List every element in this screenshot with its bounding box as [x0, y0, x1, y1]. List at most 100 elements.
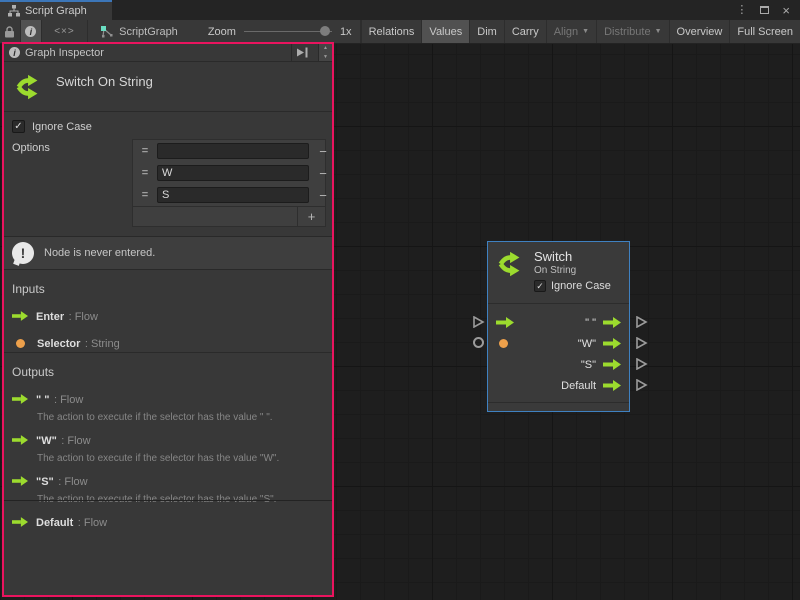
- output-port-description: The action to execute if the selector ha…: [37, 412, 324, 424]
- option-item: = −: [133, 140, 325, 162]
- inspector-form: ✓ Ignore Case Options = − =: [4, 112, 332, 236]
- carry-button[interactable]: Carry: [505, 20, 547, 43]
- flow-output-port[interactable]: [603, 338, 621, 349]
- zoom-control: Zoom 1x: [188, 20, 361, 43]
- flow-arrow-icon: [12, 394, 28, 404]
- external-flow-output-stub[interactable]: [635, 337, 648, 349]
- lock-icon: [4, 26, 15, 38]
- values-button[interactable]: Values: [422, 20, 470, 43]
- selector-input-port[interactable]: [499, 339, 508, 348]
- panel-spinner[interactable]: ▲ ▼: [318, 44, 332, 61]
- external-flow-output-stub[interactable]: [635, 358, 648, 370]
- fullscreen-button[interactable]: Full Screen: [730, 20, 800, 43]
- remove-option-button[interactable]: −: [309, 166, 337, 181]
- flow-arrow-icon: [12, 476, 28, 486]
- option-input[interactable]: [157, 165, 309, 181]
- inspector-header: i Graph Inspector ▲ ▼: [4, 44, 332, 62]
- info-icon: i: [25, 26, 36, 37]
- node-ignore-case-label: Ignore Case: [551, 280, 611, 292]
- graph-hierarchy-icon: [8, 5, 20, 17]
- output-port-description: The action to execute if the selector ha…: [37, 453, 324, 465]
- output-port-row: " " : Flow: [12, 390, 324, 408]
- option-item: = −: [133, 184, 325, 206]
- spinner-up-icon[interactable]: ▲: [319, 44, 332, 53]
- dock-panel-button[interactable]: [291, 44, 313, 61]
- node-output-label: "S": [581, 359, 596, 371]
- inspector-header-title: Graph Inspector: [25, 47, 286, 59]
- warning-text: Node is never entered.: [44, 247, 155, 259]
- add-option-button[interactable]: +: [297, 207, 325, 226]
- external-flow-input-stub[interactable]: [472, 316, 485, 328]
- node-subtitle: On String: [534, 264, 576, 277]
- zoom-slider-handle[interactable]: [320, 26, 330, 36]
- close-icon[interactable]: ×: [782, 4, 790, 17]
- relations-button[interactable]: Relations: [361, 20, 423, 43]
- script-graph-icon: [100, 25, 113, 38]
- maximize-icon[interactable]: [760, 6, 769, 14]
- node-port-row: Default: [496, 375, 621, 396]
- lock-button[interactable]: [0, 20, 21, 43]
- spinner-down-icon[interactable]: ▼: [319, 53, 332, 62]
- breadcrumb-label: ScriptGraph: [119, 26, 178, 38]
- graph-inspector-panel: i Graph Inspector ▲ ▼ Switch On String: [2, 42, 334, 597]
- flow-output-port[interactable]: [603, 359, 621, 370]
- inspector-empty-area: [4, 500, 332, 595]
- dim-button[interactable]: Dim: [470, 20, 505, 43]
- remove-option-button[interactable]: −: [309, 144, 337, 159]
- zoom-value: 1x: [340, 26, 352, 38]
- option-item: = −: [133, 162, 325, 184]
- node-output-label: " ": [585, 317, 596, 329]
- inputs-header: Inputs: [12, 282, 324, 296]
- ignore-case-checkbox[interactable]: ✓: [12, 120, 25, 133]
- node-port-row: "S": [496, 354, 621, 375]
- switch-icon: [14, 72, 44, 102]
- ignore-case-row: ✓ Ignore Case: [12, 120, 324, 133]
- code-view-button[interactable]: <×>: [42, 20, 88, 43]
- distribute-button[interactable]: Distribute▼: [597, 20, 669, 43]
- script-graph-window: Script Graph ⋮ × i <×>: [0, 0, 800, 600]
- caret-down-icon: ▼: [655, 28, 662, 35]
- node-port-row: "W": [496, 333, 621, 354]
- dock-icon: [296, 47, 309, 58]
- flow-output-port[interactable]: [603, 380, 621, 391]
- output-port-row: "S" : Flow: [12, 472, 324, 490]
- flow-output-port[interactable]: [603, 317, 621, 328]
- drag-handle-icon[interactable]: =: [133, 167, 157, 179]
- external-flow-output-stub[interactable]: [635, 379, 648, 391]
- inspector-title-row: Switch On String: [4, 62, 332, 112]
- zoom-slider[interactable]: [244, 31, 332, 32]
- node-ignore-case-checkbox[interactable]: ✓: [534, 280, 546, 292]
- overview-button[interactable]: Overview: [670, 20, 731, 43]
- node-footer: [488, 402, 629, 411]
- outputs-header: Outputs: [12, 365, 324, 379]
- flow-arrow-icon: [12, 311, 28, 321]
- options-row: Options = − = − =: [12, 139, 324, 227]
- node-title: Switch: [534, 249, 576, 264]
- info-icon: i: [9, 47, 20, 58]
- warning-box: ! Node is never entered.: [4, 236, 332, 270]
- external-flow-output-stub[interactable]: [635, 316, 648, 328]
- zoom-label: Zoom: [208, 26, 236, 38]
- window-menu-icon[interactable]: ⋮: [736, 5, 747, 16]
- external-selector-input-stub[interactable]: [473, 337, 484, 348]
- string-port-icon: [16, 339, 25, 348]
- drag-handle-icon[interactable]: =: [133, 145, 157, 157]
- tab-script-graph[interactable]: Script Graph: [0, 0, 112, 20]
- tab-bar: Script Graph ⋮ ×: [0, 0, 800, 20]
- option-input[interactable]: [157, 187, 309, 203]
- remove-option-button[interactable]: −: [309, 188, 337, 203]
- node-header[interactable]: Switch On String ✓ Ignore Case: [488, 242, 629, 304]
- switch-on-string-node[interactable]: Switch On String ✓ Ignore Case " ": [487, 241, 630, 412]
- option-input[interactable]: [157, 143, 309, 159]
- node-port-row: " ": [496, 312, 621, 333]
- inputs-section: Inputs Enter : Flow Selector : String: [4, 270, 332, 352]
- align-button[interactable]: Align▼: [547, 20, 597, 43]
- outputs-section: Outputs " " : Flow The action to execute…: [4, 352, 332, 500]
- flow-input-port[interactable]: [496, 317, 514, 328]
- node-output-label: Default: [561, 380, 596, 392]
- input-port-row: Enter : Flow: [12, 307, 324, 325]
- flow-arrow-icon: [12, 435, 28, 445]
- breadcrumb[interactable]: ScriptGraph: [88, 20, 188, 43]
- drag-handle-icon[interactable]: =: [133, 189, 157, 201]
- inspector-toggle-button[interactable]: i: [21, 20, 42, 43]
